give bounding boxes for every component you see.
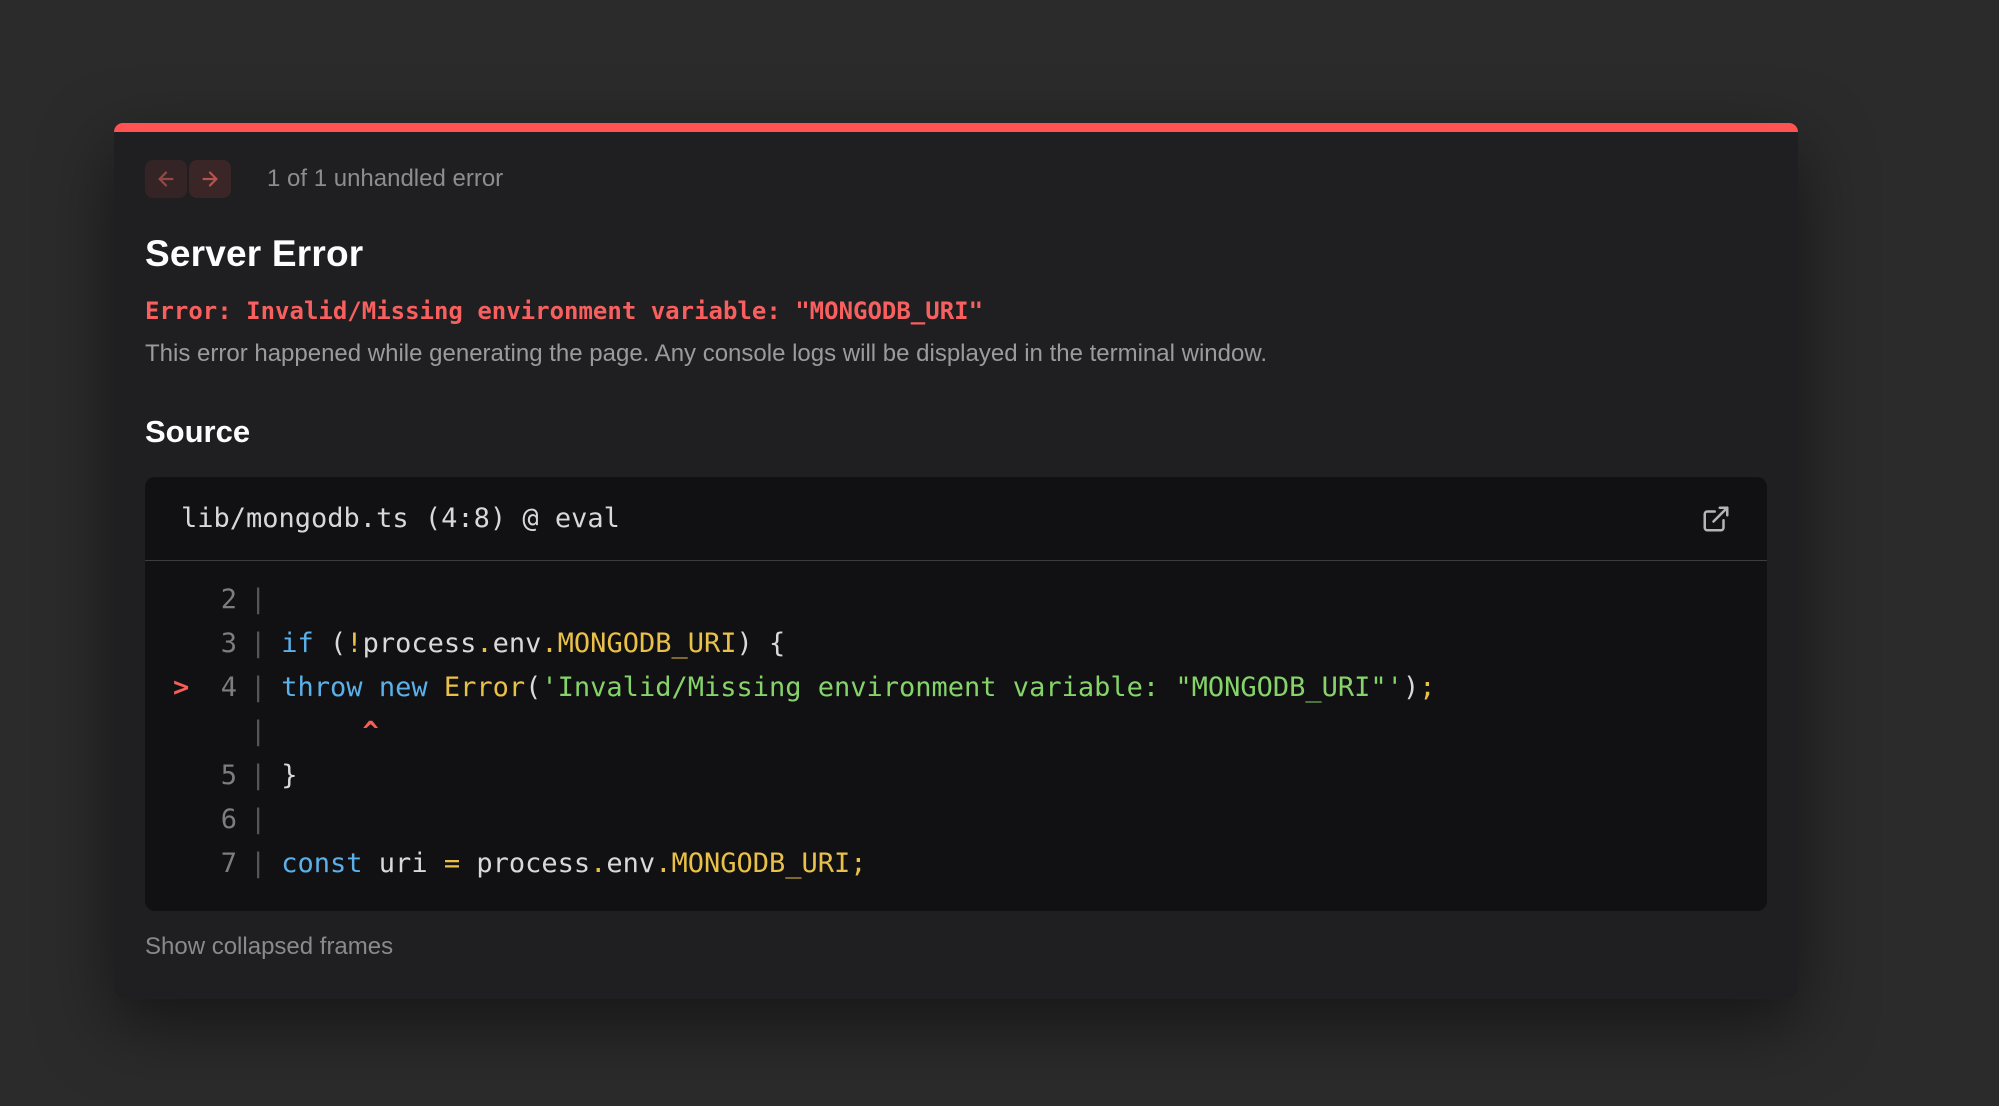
- code-line: 5 |}: [220, 759, 298, 791]
- error-message: Error: Invalid/Missing environment varia…: [145, 297, 984, 325]
- source-heading: Source: [145, 414, 251, 449]
- code-line: 3 | if (!process.env.MONGODB_URI) {: [220, 627, 786, 659]
- show-collapsed-frames-button[interactable]: Show collapsed frames: [145, 933, 393, 961]
- previous-error-button[interactable]: [145, 160, 187, 198]
- source-code-frame: lib/mongodb.ts (4:8) @ eval 2 | 3 | if (!pro…: [145, 477, 1767, 911]
- code-line: 7 | const uri = process.env.MONGODB_URI;: [220, 847, 867, 879]
- error-nav-buttons: [145, 160, 231, 198]
- open-in-editor-button[interactable]: [1701, 504, 1731, 534]
- code-line: 6 |: [220, 803, 267, 835]
- arrow-left-icon: [155, 168, 177, 190]
- error-overlay-dialog: 1 of 1 unhandled error Server Error Erro…: [114, 123, 1798, 999]
- error-description: This error happened while generating the…: [145, 340, 1268, 367]
- error-type-heading: Server Error: [145, 233, 364, 274]
- external-link-icon: [1701, 504, 1731, 534]
- arrow-right-icon: [199, 168, 221, 190]
- source-file-header: lib/mongodb.ts (4:8) @ eval: [145, 477, 1767, 561]
- source-code-listing: 2 | 3 | if (!process.env.MONGODB_URI) { >4 | th…: [145, 561, 1767, 911]
- code-line: 2 |: [220, 583, 267, 615]
- code-line: >4 | throw new Error('Invalid/Missing envi…: [173, 671, 1436, 703]
- error-count-label: 1 of 1 unhandled error: [267, 165, 504, 192]
- source-file-label: lib/mongodb.ts (4:8) @ eval: [181, 503, 620, 534]
- error-pagination: 1 of 1 unhandled error: [145, 159, 1767, 199]
- code-line: | ^: [250, 715, 379, 747]
- error-accent-bar: [114, 123, 1798, 132]
- next-error-button[interactable]: [189, 160, 231, 198]
- dialog-content: 1 of 1 unhandled error Server Error Erro…: [114, 132, 1798, 999]
